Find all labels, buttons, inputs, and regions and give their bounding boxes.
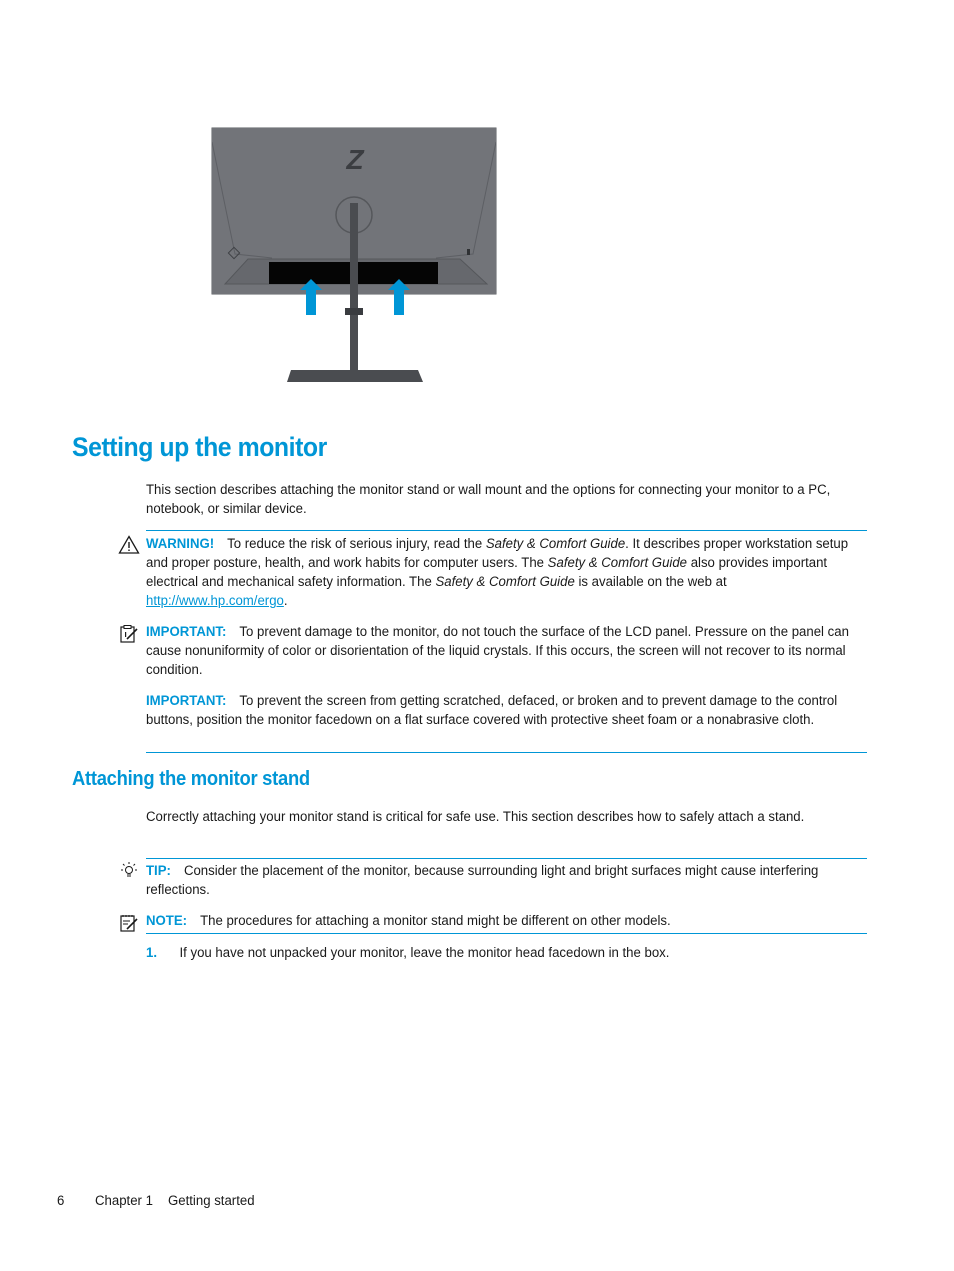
page-title: Setting up the monitor [72, 432, 327, 462]
note-label: NOTE: [146, 913, 188, 929]
step-item: 1. If you have not unpacked your monitor,… [146, 944, 868, 963]
important-notice: IMPORTANT: To prevent damage to the monit… [146, 624, 849, 678]
important-label: IMPORTANT: [146, 693, 227, 709]
section-intro: This section describes attaching the mon… [146, 482, 831, 517]
warning-notice: WARNING! To reduce the risk of serious in… [146, 536, 849, 609]
step-number: 1. [146, 945, 158, 961]
note-pad-icon [118, 913, 140, 933]
step-text: If you have not unpacked your monitor, l… [179, 945, 670, 961]
lightbulb-icon [118, 861, 140, 881]
warning-label: WARNING! [146, 536, 215, 552]
warning-triangle-icon [118, 535, 140, 555]
tip-label: TIP: [146, 863, 171, 879]
tip-notice: TIP: Consider the placement of the monito… [146, 863, 819, 898]
important-label: IMPORTANT: [146, 624, 227, 640]
notice-divider [146, 752, 867, 753]
notice-divider [146, 858, 867, 859]
subsection-intro: Correctly attaching your monitor stand i… [146, 809, 805, 825]
notice-divider [146, 933, 867, 934]
ergo-link[interactable]: http://www.hp.com/ergo [146, 593, 284, 609]
note-notice: NOTE: The procedures for attaching a moni… [146, 913, 671, 929]
z-logo: Z [345, 144, 364, 175]
page-number: 6 [57, 1193, 65, 1209]
subsection-title: Attaching the monitor stand [72, 768, 310, 790]
footer-chapter: Chapter 1 [95, 1193, 153, 1209]
footer-chapter-title: Getting started [168, 1193, 255, 1209]
important-notice: IMPORTANT: To prevent the screen from get… [146, 693, 838, 728]
notice-divider [146, 530, 867, 531]
monitor-rear-figure: Z [205, 122, 505, 387]
important-clipboard-icon [118, 624, 140, 644]
